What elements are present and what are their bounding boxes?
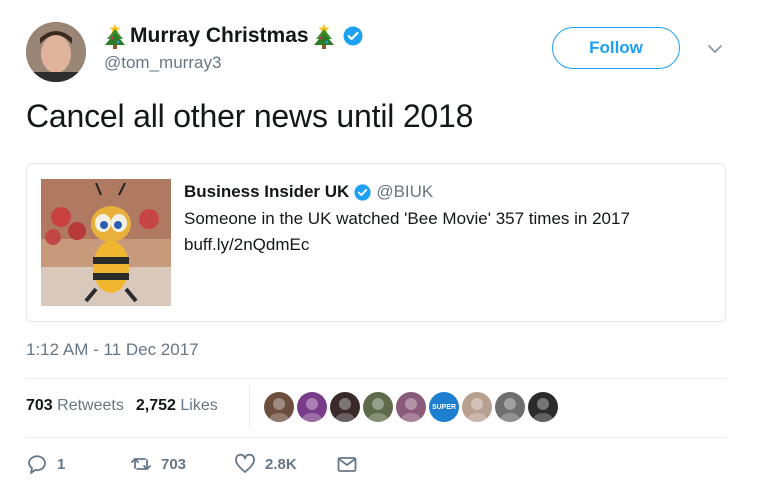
liker-avatar[interactable] xyxy=(528,392,558,422)
liker-avatar[interactable]: SUPER xyxy=(429,392,459,422)
tweet-timestamp[interactable]: 1:12 AM - 11 Dec 2017 xyxy=(26,340,199,360)
envelope-icon xyxy=(337,457,357,472)
divider xyxy=(26,378,726,379)
liker-avatar[interactable] xyxy=(396,392,426,422)
likers-avatars: SUPER xyxy=(264,392,558,422)
quoted-author-name[interactable]: Business Insider UK xyxy=(184,182,349,202)
liker-avatar[interactable] xyxy=(330,392,360,422)
retweets-stat[interactable]: 703 Retweets xyxy=(26,397,124,415)
retweet-icon xyxy=(131,458,151,470)
tweet-text: Cancel all other news until 2018 xyxy=(26,98,474,134)
reply-action[interactable]: 1 xyxy=(26,453,130,475)
quoted-tweet-text: Someone in the UK watched 'Bee Movie' 35… xyxy=(184,209,630,228)
follow-button[interactable]: Follow xyxy=(552,27,680,69)
likes-count: 2,752 xyxy=(135,397,176,414)
quoted-tweet-link[interactable]: buff.ly/2nQdmEc xyxy=(184,232,630,258)
verified-badge-icon xyxy=(343,26,363,46)
chevron-down-icon[interactable] xyxy=(704,38,726,60)
liker-avatar[interactable] xyxy=(462,392,492,422)
reply-count: 1 xyxy=(57,455,66,473)
heart-icon xyxy=(235,453,255,473)
reply-icon xyxy=(28,455,46,474)
user-handle[interactable]: @tom_murray3 xyxy=(104,53,221,73)
retweets-label: Retweets xyxy=(57,397,124,414)
retweet-count: 703 xyxy=(161,455,187,473)
retweets-count: 703 xyxy=(26,397,53,414)
liker-avatar[interactable] xyxy=(363,392,393,422)
stats-separator xyxy=(249,385,250,429)
tweet-actions: 1 703 2.8K xyxy=(26,452,358,476)
direct-message-action[interactable] xyxy=(336,453,358,475)
tweet-stats: 703 Retweets 2,752 Likes xyxy=(26,397,218,415)
like-action[interactable]: 2.8K xyxy=(234,453,336,475)
christmas-tree-icon xyxy=(313,23,335,49)
retweet-action[interactable]: 703 xyxy=(130,453,234,475)
display-name-row: Murray Christmas xyxy=(104,22,363,50)
likes-label: Likes xyxy=(180,397,218,414)
quoted-tweet-body: Someone in the UK watched 'Bee Movie' 35… xyxy=(184,206,630,258)
quoted-tweet-image[interactable] xyxy=(41,179,171,306)
quoted-author-handle[interactable]: @BIUK xyxy=(376,182,433,202)
liker-avatar[interactable] xyxy=(495,392,525,422)
like-count: 2.8K xyxy=(265,455,297,473)
display-name[interactable]: Murray Christmas xyxy=(130,24,309,48)
likes-stat[interactable]: 2,752 Likes xyxy=(136,397,218,415)
verified-badge-icon xyxy=(354,183,371,201)
avatar[interactable] xyxy=(26,22,86,82)
christmas-tree-icon xyxy=(104,23,126,49)
divider xyxy=(26,437,726,438)
liker-avatar[interactable] xyxy=(297,392,327,422)
quoted-tweet-header: Business Insider UK @BIUK xyxy=(184,181,433,203)
liker-avatar[interactable] xyxy=(264,392,294,422)
